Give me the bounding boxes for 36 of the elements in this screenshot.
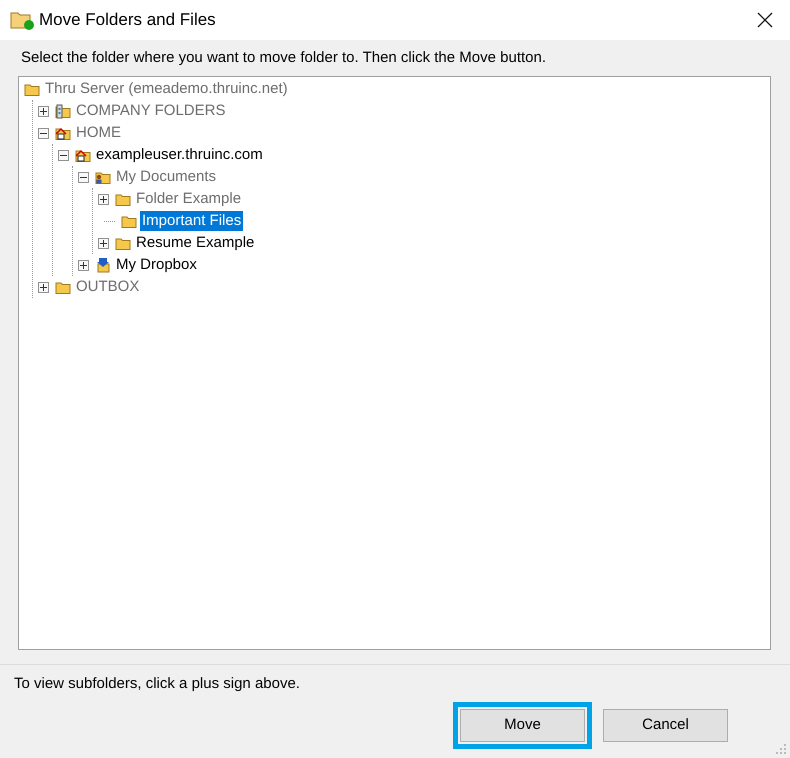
folder-building-icon	[55, 103, 71, 119]
collapse-toggle[interactable]	[58, 150, 69, 160]
inbox-folder-icon	[95, 257, 111, 273]
folder-label[interactable]: Thru Server (emeademo.thruinc.net)	[43, 79, 290, 99]
home-folder-icon	[55, 125, 71, 141]
expand-toggle[interactable]	[38, 282, 49, 292]
folder-label[interactable]: Resume Example	[134, 233, 256, 253]
folder-label[interactable]: HOME	[74, 123, 123, 143]
folder-label[interactable]: Folder Example	[134, 189, 244, 209]
folder-label[interactable]: exampleuser.thruinc.com	[94, 145, 265, 165]
plus-icon	[100, 196, 107, 202]
folder-tree[interactable]: Thru Server (emeademo.thruinc.net) COMPANY FOLDERS HOME exampleuser.thruinc.com My Documents Folder Example Important Files Resume Example My Dropbox OUTBOX	[18, 76, 771, 650]
folder-label[interactable]: OUTBOX	[74, 277, 142, 297]
collapse-toggle[interactable]	[78, 172, 89, 182]
expand-toggle[interactable]	[38, 106, 49, 116]
hint-text: To view subfolders, click a plus sign above.	[14, 674, 300, 694]
collapse-toggle[interactable]	[38, 128, 49, 138]
expand-toggle[interactable]	[98, 194, 109, 204]
resize-grip-icon	[776, 744, 788, 756]
expand-toggle[interactable]	[98, 238, 109, 248]
plus-icon	[100, 240, 107, 246]
folder-app-icon	[10, 10, 34, 30]
plus-icon	[40, 108, 47, 114]
folder-label[interactable]: COMPANY FOLDERS	[74, 101, 228, 121]
window-title: Move Folders and Files	[39, 9, 216, 32]
home-folder-icon	[75, 147, 91, 163]
expand-toggle[interactable]	[78, 260, 89, 270]
instruction-text: Select the folder where you want to move folder to. Then click the Move button.	[21, 48, 546, 68]
dialog-button[interactable]: Move	[460, 709, 585, 742]
folder-label[interactable]: Important Files	[140, 211, 244, 231]
close-icon	[757, 12, 773, 28]
folder-label[interactable]: My Dropbox	[114, 255, 199, 275]
plus-icon	[80, 262, 87, 268]
folder-label[interactable]: My Documents	[114, 167, 218, 187]
dialog-button[interactable]: Cancel	[603, 709, 728, 742]
plus-icon	[40, 284, 47, 290]
